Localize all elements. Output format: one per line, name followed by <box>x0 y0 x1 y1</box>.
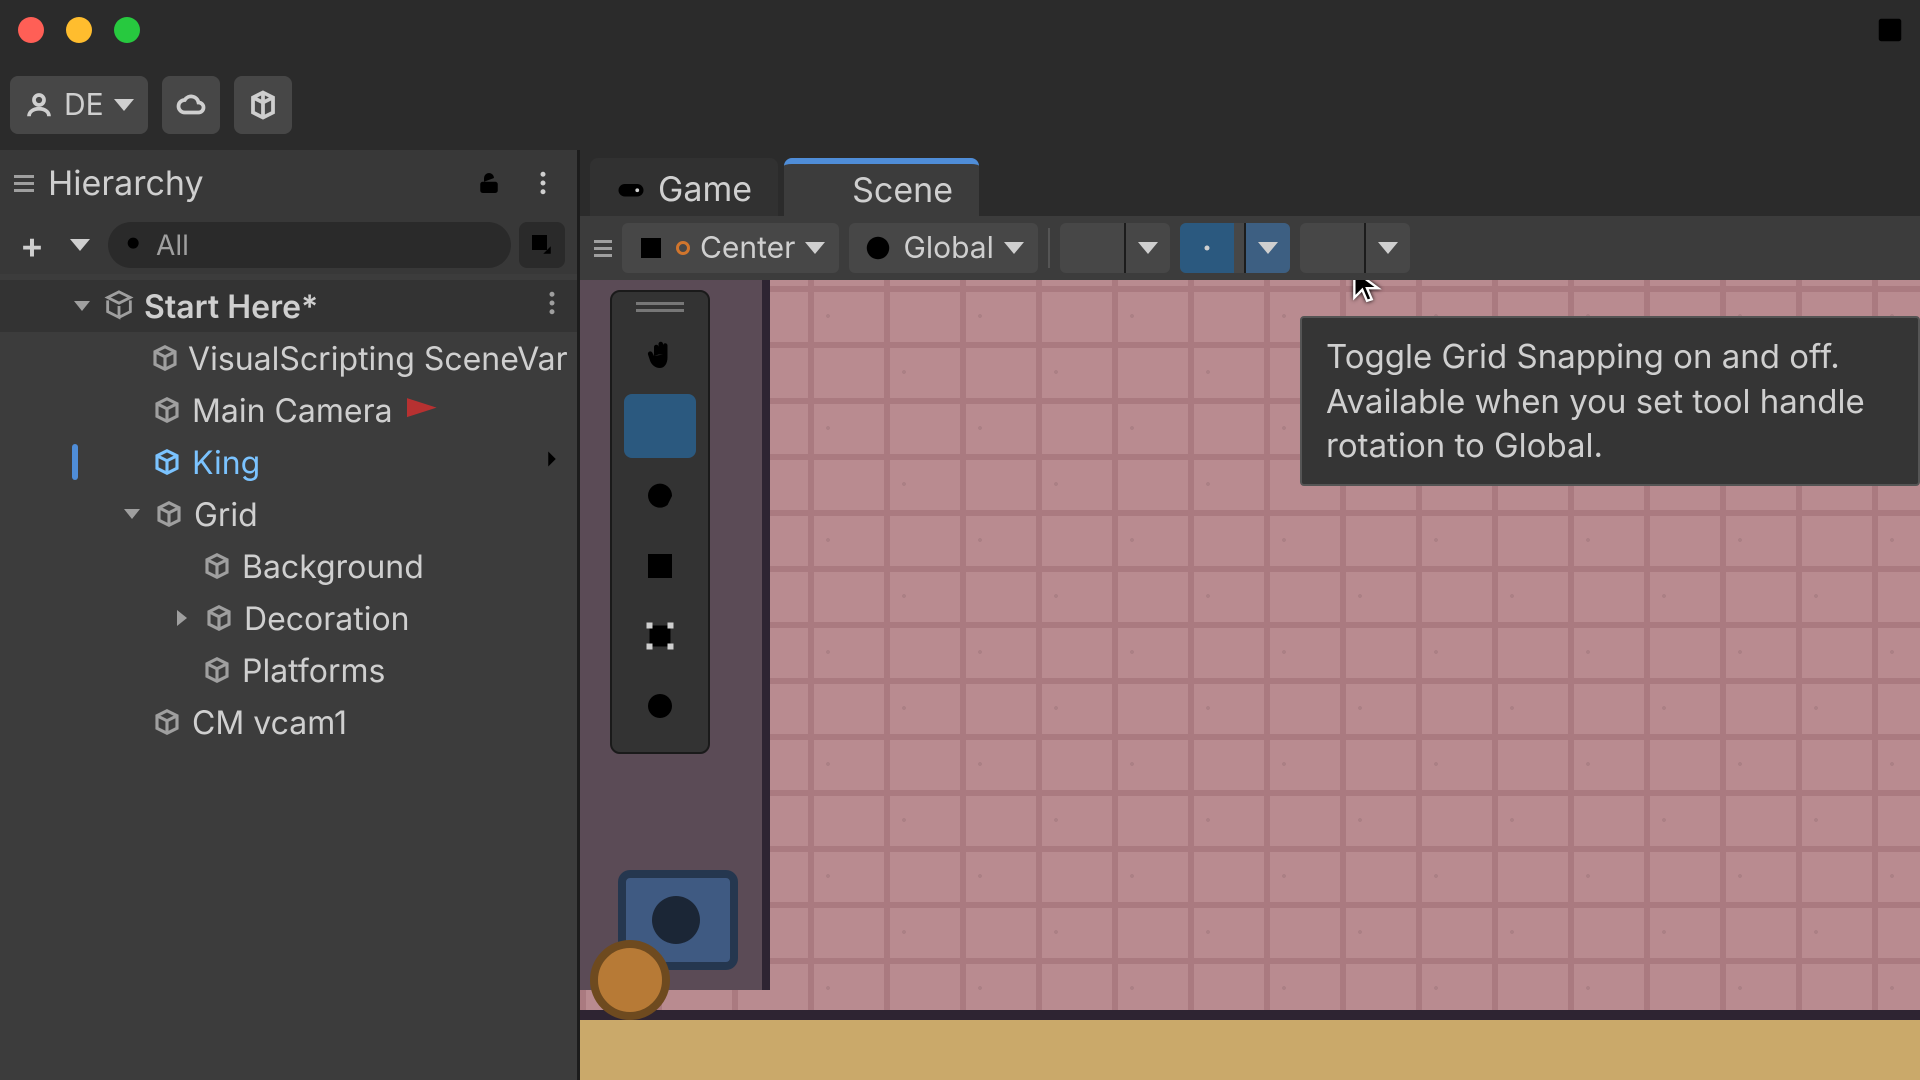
rotation-mode-dropdown[interactable]: Global <box>849 223 1037 273</box>
gameobject-icon <box>152 497 186 531</box>
toolbar-drag-handle-icon[interactable] <box>594 240 612 257</box>
separator <box>1048 228 1050 268</box>
hierarchy-panel[interactable]: Hierarchy + All <box>0 150 580 1080</box>
create-button[interactable]: + <box>12 225 52 265</box>
main-toolbar: DE <box>0 60 1920 150</box>
rotate-tool-button[interactable] <box>624 464 696 528</box>
hierarchy-item[interactable]: Main Camera <box>0 384 577 436</box>
item-label: CM vcam1 <box>192 703 347 742</box>
hand-tool-button[interactable] <box>624 324 696 388</box>
item-label: Platforms <box>242 651 385 690</box>
create-dropdown[interactable] <box>60 225 100 265</box>
gameobject-icon <box>202 601 236 635</box>
drag-handle-icon[interactable] <box>14 175 34 192</box>
minimize-window-button[interactable] <box>66 17 92 43</box>
transform-tool-button[interactable] <box>624 674 696 738</box>
cloud-button[interactable] <box>162 76 220 134</box>
palette-drag-handle-icon[interactable] <box>636 302 684 312</box>
chevron-down-icon <box>805 242 825 254</box>
item-label: VisualScripting SceneVariables <box>188 339 567 378</box>
hierarchy-item[interactable]: VisualScripting SceneVariables <box>0 332 577 384</box>
chevron-down-icon <box>1378 242 1398 254</box>
chevron-down-icon <box>1258 242 1278 254</box>
missing-script-icon <box>407 398 437 422</box>
grid-visibility-button[interactable] <box>1060 223 1114 273</box>
item-label: King <box>192 443 260 482</box>
hierarchy-search-input[interactable]: All <box>108 222 511 268</box>
hierarchy-tab[interactable]: Hierarchy <box>0 150 577 216</box>
gameobject-icon <box>150 393 184 427</box>
pivot-mode-label: Center <box>700 230 795 266</box>
grid-visibility-dropdown[interactable] <box>1060 223 1170 273</box>
hierarchy-item[interactable]: Background <box>0 540 577 592</box>
scale-tool-button[interactable] <box>624 534 696 598</box>
package-manager-button[interactable] <box>234 76 292 134</box>
pivot-indicator-icon <box>676 241 690 255</box>
item-label: Main Camera <box>192 391 393 430</box>
search-placeholder: All <box>156 228 189 262</box>
item-label: Background <box>242 547 424 586</box>
chevron-down-icon <box>1004 242 1024 254</box>
maximize-window-button[interactable] <box>114 17 140 43</box>
transform-tools-palette[interactable] <box>610 290 710 754</box>
grid-snapping-button[interactable] <box>1180 223 1234 273</box>
account-dropdown[interactable]: DE <box>10 76 148 134</box>
rotation-mode-label: Global <box>903 230 993 266</box>
open-prefab-icon[interactable] <box>537 443 567 482</box>
unity-scene-icon <box>102 289 136 323</box>
tab-scene[interactable]: Scene <box>784 158 979 216</box>
tooltip: Toggle Grid Snapping on and off. Availab… <box>1300 316 1920 486</box>
grid-snapping-dropdown[interactable] <box>1180 223 1290 273</box>
hierarchy-item[interactable]: Grid <box>0 488 577 540</box>
layout-icon[interactable] <box>1870 10 1910 50</box>
increment-snapping-options[interactable] <box>1364 223 1410 273</box>
gameobject-icon <box>200 549 234 583</box>
move-tool-button[interactable] <box>624 394 696 458</box>
chevron-down-icon <box>70 239 90 251</box>
prefab-icon <box>150 445 184 479</box>
item-label: Grid <box>194 495 258 534</box>
hierarchy-item-selected[interactable]: King <box>0 436 577 488</box>
hierarchy-item[interactable]: Decoration <box>0 592 577 644</box>
chevron-down-icon <box>1138 242 1158 254</box>
close-window-button[interactable] <box>18 17 44 43</box>
chevron-down-icon <box>114 99 134 111</box>
tooltip-text: Toggle Grid Snapping on and off. Availab… <box>1326 336 1865 465</box>
increment-snapping-button[interactable] <box>1300 223 1354 273</box>
account-label: DE <box>64 87 104 123</box>
increment-snapping-dropdown[interactable] <box>1300 223 1410 273</box>
search-scope-button[interactable] <box>519 222 565 268</box>
hierarchy-toolbar: + All <box>0 216 577 274</box>
row-menu-icon[interactable] <box>537 288 567 325</box>
lock-icon[interactable] <box>469 163 509 203</box>
pivot-mode-dropdown[interactable]: Center <box>622 223 839 273</box>
hierarchy-item[interactable]: Platforms <box>0 644 577 696</box>
scene-toolbar: Center Global <box>580 216 1920 280</box>
tilemap-floor <box>580 1010 1920 1080</box>
cannon-sprite <box>590 850 760 1010</box>
rect-tool-button[interactable] <box>624 604 696 668</box>
panel-menu-icon[interactable] <box>523 163 563 203</box>
hierarchy-tree[interactable]: Start Here* VisualScripting SceneVariabl… <box>0 274 577 1080</box>
scene-name: Start Here* <box>144 287 318 326</box>
grid-visibility-options[interactable] <box>1124 223 1170 273</box>
tab-game-label: Game <box>658 169 752 210</box>
tab-scene-label: Scene <box>852 170 953 211</box>
gameobject-icon <box>150 341 180 375</box>
hierarchy-title: Hierarchy <box>48 163 204 204</box>
scene-root-row[interactable]: Start Here* <box>0 280 577 332</box>
grid-snapping-options[interactable] <box>1244 223 1290 273</box>
tab-game[interactable]: Game <box>590 158 778 216</box>
item-label: Decoration <box>244 599 410 638</box>
hierarchy-item[interactable]: CM vcam1 <box>0 696 577 748</box>
scene-tabs: Game Scene <box>580 150 1920 216</box>
window-titlebar <box>0 0 1920 60</box>
gameobject-icon <box>200 653 234 687</box>
gameobject-icon <box>150 705 184 739</box>
scene-panel: Game Scene Center Global <box>580 150 1920 1080</box>
scene-viewport[interactable]: Toggle Grid Snapping on and off. Availab… <box>580 280 1920 1080</box>
